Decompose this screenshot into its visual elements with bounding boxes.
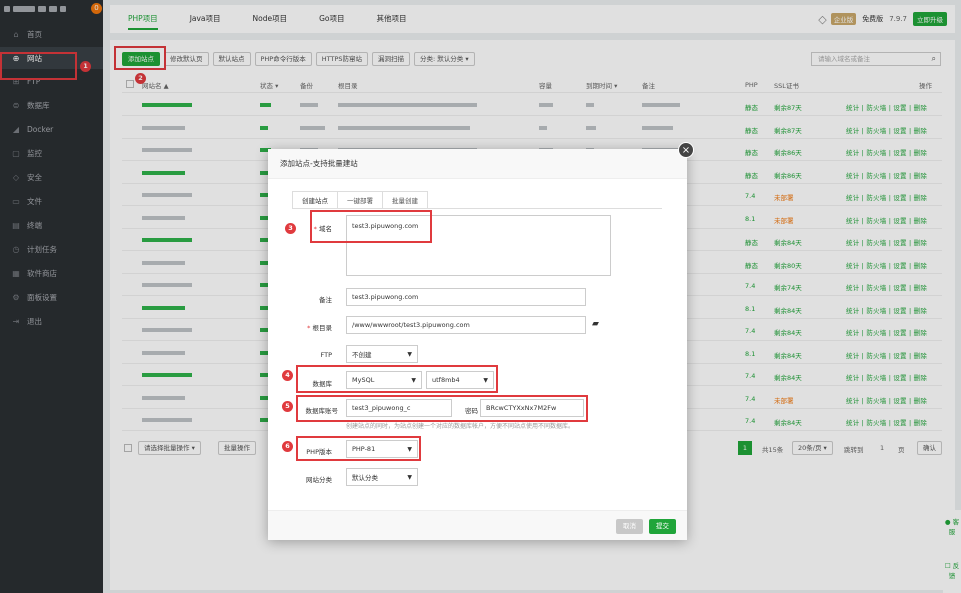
caret-down-icon: ▼ <box>407 350 412 358</box>
annotation-6: 6 <box>282 441 293 452</box>
add-site-dialog: 添加站点-支持批量建站 × 创建站点 一键部署 批量创建 * 域名 test3.… <box>268 142 694 540</box>
tab-one-click-deploy[interactable]: 一键部署 <box>337 191 383 208</box>
cancel-button[interactable]: 取消 <box>616 519 643 534</box>
highlight-database <box>296 365 498 393</box>
root-input[interactable]: /www/wwwroot/test3.pipuwong.com <box>346 316 586 334</box>
root-label: * 根目录 <box>307 324 333 332</box>
annotation-5: 5 <box>282 401 293 412</box>
close-icon[interactable]: × <box>678 142 694 158</box>
submit-button[interactable]: 提交 <box>649 519 676 534</box>
ftp-label: FTP <box>320 351 332 359</box>
annotation-4: 4 <box>282 370 293 381</box>
folder-icon[interactable]: ▰ <box>592 319 599 329</box>
note-label: 备注 <box>319 296 332 304</box>
highlight-php-version <box>296 436 421 461</box>
note-input[interactable]: test3.pipuwong.com <box>346 288 586 306</box>
db-hint: 创建站点的同时，为站点创建一个对应的数据库帐户，方便不同站点使用不同数据库。 <box>346 423 575 430</box>
highlight-db-account <box>296 395 588 422</box>
tab-create-site[interactable]: 创建站点 <box>292 191 338 208</box>
caret-down-icon: ▼ <box>407 473 412 481</box>
site-category-select[interactable]: 默认分类 ▼ <box>346 468 418 486</box>
ftp-select[interactable]: 不创建 ▼ <box>346 345 418 363</box>
annotation-3: 3 <box>285 223 296 234</box>
highlight-domain <box>310 210 432 243</box>
dialog-title: 添加站点-支持批量建站 <box>268 149 687 179</box>
dialog-footer: 取消 提交 <box>268 510 687 540</box>
root-label-text: 根目录 <box>312 324 333 332</box>
ftp-select-value: 不创建 <box>352 351 372 359</box>
category-label: 网站分类 <box>306 476 332 484</box>
site-category-value: 默认分类 <box>352 474 378 482</box>
tab-batch-create[interactable]: 批量创建 <box>382 191 428 208</box>
dialog-tabs: 创建站点 一键部署 批量创建 <box>292 191 662 209</box>
